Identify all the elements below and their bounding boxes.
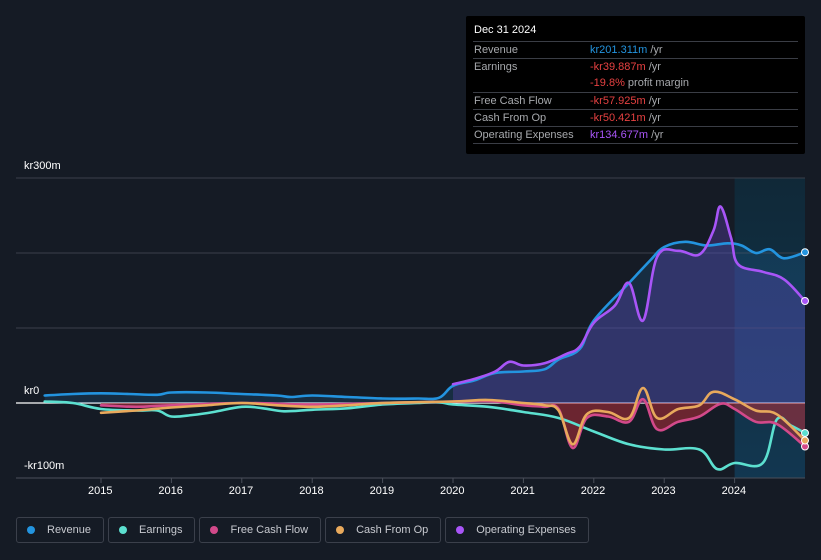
tooltip-panel: Dec 31 2024 Revenue kr201.311m /yr Earning… <box>466 16 805 154</box>
tooltip-value-amount: -kr39.887m <box>590 61 646 73</box>
legend-dot-icon <box>27 526 35 534</box>
legend-item-operating-expenses[interactable]: Operating Expenses <box>445 517 589 543</box>
x-tick-label: 2023 <box>651 485 676 497</box>
x-tick-label: 2019 <box>369 485 395 497</box>
x-tick-label: 2022 <box>580 485 606 497</box>
legend-item-revenue[interactable]: Revenue <box>16 517 105 543</box>
x-tick-label: 2016 <box>158 485 183 497</box>
tooltip-value-unit: /yr <box>645 95 661 107</box>
endpoint-marker-earnings <box>801 429 809 437</box>
x-tick-label: 2024 <box>721 485 747 497</box>
tooltip-row-value: -19.8% profit margin <box>590 77 689 89</box>
tooltip-value-amount: -kr57.925m <box>590 95 646 107</box>
y-tick-label: -kr100m <box>24 460 65 472</box>
tooltip-value-unit: profit margin <box>624 77 690 89</box>
legend: Revenue Earnings Free Cash Flow Cash From O… <box>16 517 589 543</box>
tooltip-value-amount: -19.8% <box>590 77 625 89</box>
tooltip-value-amount: kr201.311m <box>590 44 648 56</box>
endpoint-marker-operating-expenses <box>801 297 809 305</box>
x-tick-label: 2018 <box>299 485 324 497</box>
tooltip-row-label: Cash From Op <box>474 112 547 124</box>
endpoint-marker-revenue <box>801 248 809 257</box>
tooltip-value-unit: /yr <box>645 112 661 124</box>
legend-label: Cash From Op <box>356 524 429 536</box>
tooltip-value-unit: /yr <box>647 44 663 56</box>
tooltip-row-label: Earnings <box>474 61 518 73</box>
x-tick-label: 2020 <box>440 485 465 497</box>
tooltip-date: Dec 31 2024 <box>474 24 537 36</box>
legend-label: Free Cash Flow <box>230 524 309 536</box>
tooltip-row: Earnings -kr39.887m /yr <box>473 58 798 76</box>
tooltip-row-label: Free Cash Flow <box>474 95 552 107</box>
legend-dot-icon <box>336 526 345 534</box>
tooltip-row-value: -kr50.421m /yr <box>590 112 661 124</box>
tooltip-row: Operating Expenses kr134.677m /yr <box>473 126 798 144</box>
x-tick-label: 2021 <box>510 485 535 497</box>
tooltip-value-amount: kr134.677m <box>590 129 649 141</box>
endpoint-marker-cash-from-op <box>801 436 809 445</box>
tooltip-row: Cash From Op -kr50.421m /yr <box>473 109 798 127</box>
tooltip-value-unit: /yr <box>645 61 661 73</box>
legend-label: Earnings <box>139 524 183 536</box>
tooltip-divider <box>473 143 798 144</box>
tooltip-row: Revenue kr201.311m /yr <box>473 41 798 59</box>
legend-label: Revenue <box>47 524 92 536</box>
legend-dot-icon <box>210 526 219 534</box>
tooltip-row-value: kr134.677m /yr <box>590 129 663 141</box>
tooltip-row-value: -kr57.925m /yr <box>590 95 661 107</box>
tooltip-value-amount: -kr50.421m <box>590 112 646 124</box>
legend-item-earnings[interactable]: Earnings <box>108 517 196 543</box>
tooltip-row: Free Cash Flow -kr57.925m /yr <box>473 92 798 110</box>
legend-label: Operating Expenses <box>476 524 576 536</box>
y-tick-label: kr300m <box>24 160 61 172</box>
x-tick-label: 2015 <box>88 485 113 497</box>
tooltip-row-label: Revenue <box>474 44 519 56</box>
tooltip-row-label: Operating Expenses <box>474 129 574 141</box>
x-tick-label: 2017 <box>228 485 254 497</box>
legend-dot-icon <box>119 526 128 534</box>
tooltip-row-value: -kr39.887m /yr <box>590 61 661 73</box>
legend-dot-icon <box>456 526 465 534</box>
tooltip-value-unit: /yr <box>648 129 664 141</box>
y-tick-label: kr0 <box>24 385 40 397</box>
tooltip-row: -19.8% profit margin <box>473 75 798 92</box>
legend-item-free-cash-flow[interactable]: Free Cash Flow <box>199 517 322 543</box>
legend-item-cash-from-op[interactable]: Cash From Op <box>325 517 442 543</box>
tooltip-row-value: kr201.311m /yr <box>590 44 663 56</box>
